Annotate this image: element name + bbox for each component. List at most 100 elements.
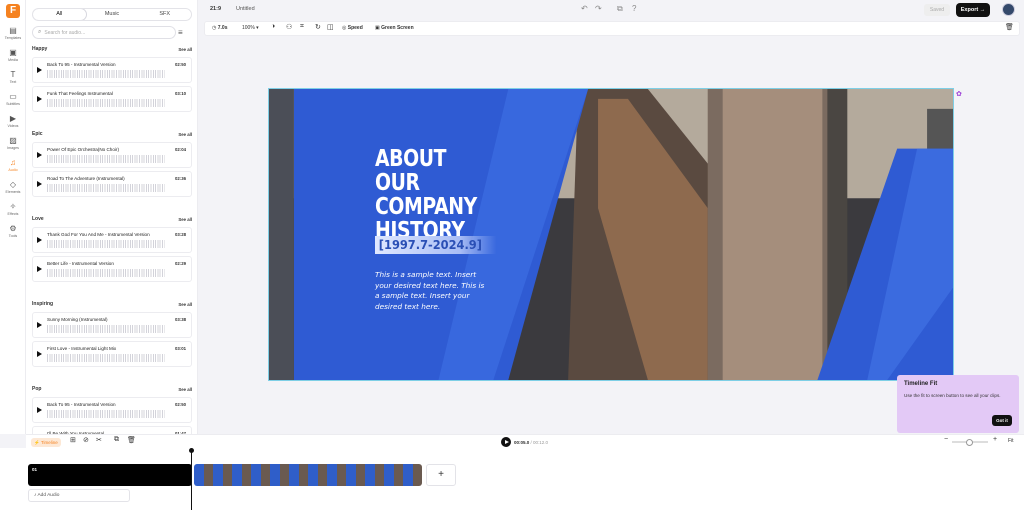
video-icon: ▶ <box>9 114 17 123</box>
see-all-link[interactable]: See all <box>178 217 192 222</box>
video-canvas[interactable]: ABOUT OUR COMPANY HISTORY [1997.7-2024.9… <box>268 88 954 381</box>
flip-icon[interactable]: ◑ <box>271 23 275 30</box>
media-icon: ▣ <box>9 48 17 57</box>
search-input[interactable] <box>44 29 165 36</box>
project-title[interactable]: Untitled <box>236 6 255 12</box>
waveform <box>47 269 165 277</box>
audio-track[interactable]: I'll Be With You Instrumental 01:47 <box>32 426 192 434</box>
split-icon[interactable]: ⊘ <box>83 436 89 444</box>
tab-sfx[interactable]: SFX <box>138 9 191 20</box>
duplicate-icon[interactable]: ⧉ <box>114 436 119 444</box>
rail-templates[interactable]: ▤ Templates <box>0 26 26 48</box>
see-all-link[interactable]: See all <box>178 132 192 137</box>
export-button[interactable]: Export → <box>956 3 990 17</box>
audio-track[interactable]: Back To 95 - Instrumental Version 02:50 <box>32 397 192 423</box>
tab-all[interactable]: All <box>33 9 86 20</box>
timeline-clip-black[interactable]: 01 <box>28 464 192 486</box>
waveform <box>47 325 165 333</box>
slide-date[interactable]: [1997.7-2024.9] <box>375 236 497 254</box>
add-audio-button[interactable]: ♪ Add Audio <box>28 489 130 502</box>
filter-effects-icon[interactable]: ◫ <box>327 23 334 31</box>
timeline-icon: ⚡ <box>34 440 40 445</box>
green-screen-icon: ▣ <box>375 25 380 31</box>
rail-videos[interactable]: ▶ Videos <box>0 114 26 136</box>
ai-sparkle-icon[interactable]: ✿ <box>956 90 962 98</box>
zoom-out-icon[interactable]: − <box>944 436 948 443</box>
audio-track[interactable]: Sunny Morning (Instrumental) 03:38 <box>32 312 192 338</box>
add-clip-button[interactable]: + <box>426 464 456 486</box>
undo-icon[interactable]: ↶ <box>581 4 588 13</box>
rail-images[interactable]: ▨ Images <box>0 136 26 158</box>
got-it-button[interactable]: Got it <box>992 415 1012 426</box>
track-duration: 02:50 <box>175 402 186 407</box>
rail-subtitles[interactable]: ▭ Subtitles <box>0 92 26 114</box>
rail-tools[interactable]: ⚙ Tools <box>0 224 26 246</box>
avatar[interactable] <box>1002 3 1015 16</box>
rail-text[interactable]: T Text <box>0 70 26 92</box>
play-icon[interactable] <box>37 152 42 158</box>
delete-icon[interactable]: 🗑 <box>127 436 136 444</box>
fit-button[interactable]: Fit <box>1008 438 1014 444</box>
track-duration: 02:50 <box>175 62 186 67</box>
audio-track[interactable]: Better Life - Instrumental Version 02:29 <box>32 256 192 282</box>
track-duration: 02:29 <box>175 261 186 266</box>
play-icon[interactable] <box>37 322 42 328</box>
crop-icon[interactable]: ⌗ <box>300 23 304 31</box>
play-icon[interactable] <box>37 351 42 357</box>
track-name: Thank God For You And Me - Instrumental … <box>47 232 150 237</box>
play-icon[interactable] <box>37 96 42 102</box>
track-name: Better Life - Instrumental Version <box>47 261 114 266</box>
preview-icon[interactable]: ⧉ <box>617 4 623 14</box>
adjust-icon[interactable]: ⚇ <box>286 23 292 31</box>
trash-icon[interactable]: 🗑 <box>1005 23 1014 31</box>
audio-track[interactable]: Thank God For You And Me - Instrumental … <box>32 227 192 253</box>
audio-track[interactable]: Road To The Adventure (Instrumental) 02:3… <box>32 171 192 197</box>
help-icon[interactable]: ? <box>632 4 636 13</box>
zoom-slider[interactable] <box>952 439 988 446</box>
see-all-link[interactable]: See all <box>178 387 192 392</box>
zoom-in-icon[interactable]: + <box>993 436 997 443</box>
play-icon[interactable] <box>37 407 42 413</box>
slide-body-text[interactable]: This is a sample text. Insert your desir… <box>375 270 491 312</box>
track-name: Back To 95 - Instrumental Version <box>47 62 116 67</box>
audio-track[interactable]: Power Of Epic Orchestra(No Choir) 02:04 <box>32 142 192 168</box>
slide-title[interactable]: ABOUT OUR COMPANY HISTORY <box>375 147 490 243</box>
filter-icon[interactable]: ≡ <box>178 28 183 37</box>
play-icon[interactable] <box>37 67 42 73</box>
cut-icon[interactable]: ✂ <box>96 436 102 444</box>
rotate-icon[interactable]: ↻ <box>315 23 321 31</box>
speed-icon: ◎ <box>342 25 347 31</box>
zoom-select[interactable]: 100% ▾ <box>242 25 259 31</box>
rail-effects[interactable]: ✧ Effects <box>0 202 26 224</box>
audio-panel: All Music SFX ⌕ ≡ Happy See all Back To 95… <box>26 0 198 434</box>
app-logo[interactable]: F <box>6 4 20 18</box>
play-button[interactable] <box>501 437 511 447</box>
audio-section: Epic See all Power Of Epic Orchestra(No Ch… <box>32 129 192 197</box>
aspect-ratio-select[interactable]: 21:9 <box>210 6 221 12</box>
add-icon[interactable]: ⊞ <box>70 436 76 444</box>
playhead[interactable] <box>189 448 194 510</box>
timeline-clip-video[interactable] <box>194 464 422 486</box>
tip-body: Use the fit to screen button to see all … <box>904 393 1001 398</box>
rail-elements[interactable]: ◇ Elements <box>0 180 26 202</box>
tab-music[interactable]: Music <box>86 9 139 20</box>
rail-media[interactable]: ▣ Media <box>0 48 26 70</box>
audio-track[interactable]: Funk That Feelings Instrumental 03:10 <box>32 86 192 112</box>
track-name: Back To 95 - Instrumental Version <box>47 402 116 407</box>
play-icon[interactable] <box>37 181 42 187</box>
audio-track[interactable]: First Love - Instrumental Light Mix 03:01 <box>32 341 192 367</box>
play-icon[interactable] <box>37 266 42 272</box>
section-title: Happy <box>32 46 48 52</box>
timeline-toggle[interactable]: ⚡ Timeline <box>31 438 61 447</box>
redo-icon[interactable]: ↷ <box>595 4 602 13</box>
see-all-link[interactable]: See all <box>178 302 192 307</box>
top-bar: 21:9 Untitled ↶ ↷ ⧉ ? Saved Export → <box>198 0 1024 20</box>
section-header: Pop See all <box>32 384 192 394</box>
green-screen-button[interactable]: ▣ Green Screen <box>375 25 414 31</box>
play-icon[interactable] <box>37 237 42 243</box>
see-all-link[interactable]: See all <box>178 47 192 52</box>
duration-control[interactable]: ◷ 7.0s <box>212 25 228 31</box>
audio-track[interactable]: Back To 95 - Instrumental Version 02:50 <box>32 57 192 83</box>
speed-button[interactable]: ◎ Speed <box>342 25 363 31</box>
rail-audio[interactable]: ♫ Audio <box>0 158 26 180</box>
